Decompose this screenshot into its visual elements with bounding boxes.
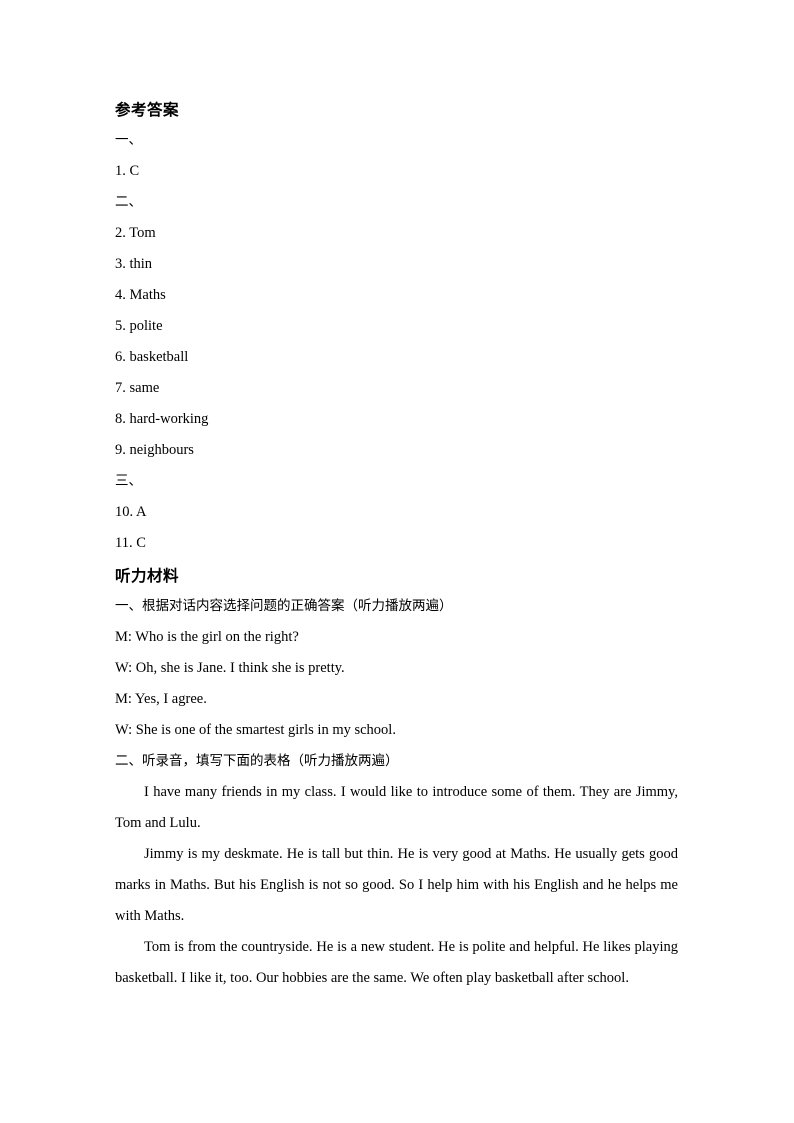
listening-paragraph-3: Tom is from the countryside. He is a new… [115, 939, 678, 986]
answer-item-7: 7. same [115, 380, 160, 396]
listening-paragraph-1: I have many friends in my class. I would… [115, 784, 678, 831]
listening-task-two-heading: 二、听录音，填写下面的表格（听力播放两遍） [115, 753, 399, 769]
listening-paragraph-2: Jimmy is my deskmate. He is tall but thi… [115, 846, 678, 924]
answer-item-3: 3. thin [115, 256, 153, 272]
section-marker-one: 一、 [115, 132, 142, 148]
section-marker-three: 三、 [115, 473, 142, 489]
answer-key-heading: 参考答案 [115, 101, 180, 119]
answer-item-6: 6. basketball [115, 349, 189, 365]
listening-task-one-heading: 一、根据对话内容选择问题的正确答案（听力播放两遍） [115, 598, 453, 614]
dialogue-line-2: W: Oh, she is Jane. I think she is prett… [115, 660, 345, 676]
answer-item-9: 9. neighbours [115, 442, 194, 458]
answer-item-5: 5. polite [115, 318, 163, 334]
answer-item-11: 11. C [115, 535, 146, 551]
dialogue-line-1: M: Who is the girl on the right? [115, 629, 299, 645]
dialogue-line-4: W: She is one of the smartest girls in m… [115, 722, 396, 738]
answer-item-4: 4. Maths [115, 287, 166, 303]
dialogue-line-3: M: Yes, I agree. [115, 691, 207, 707]
answer-item-8: 8. hard-working [115, 411, 209, 427]
answer-item-10: 10. A [115, 504, 147, 520]
answer-item-2: 2. Tom [115, 225, 156, 241]
section-marker-two: 二、 [115, 194, 142, 210]
document-page: 参考答案 一、 1. C 二、 2. Tom 3. thin 4. Maths … [0, 0, 794, 1123]
answer-item-1: 1. C [115, 163, 140, 179]
listening-material-heading: 听力材料 [115, 567, 180, 585]
document-content: 参考答案 一、 1. C 二、 2. Tom 3. thin 4. Maths … [115, 97, 678, 994]
